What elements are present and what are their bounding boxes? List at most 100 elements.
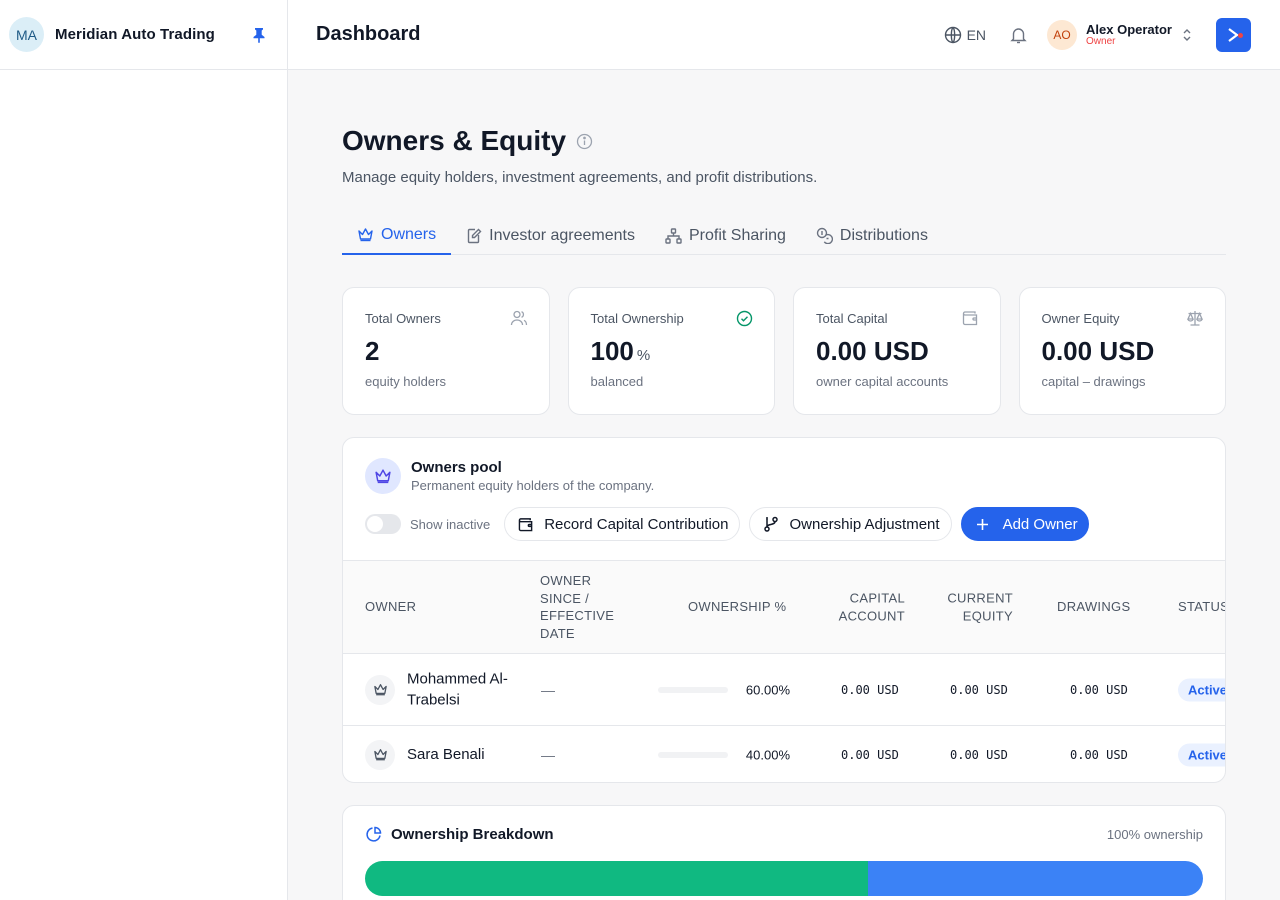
stat-caption: balanced bbox=[590, 374, 644, 390]
stat-owner-equity: Owner Equity 0.00 USD capital – drawings bbox=[1018, 287, 1226, 415]
scale-icon bbox=[1186, 310, 1204, 326]
column-ownership[interactable]: OWNERSHIP % bbox=[688, 598, 786, 616]
chevron-up-down-icon bbox=[1182, 28, 1192, 42]
stat-total-capital: Total Capital 0.00 USD owner capital acc… bbox=[793, 287, 1001, 415]
git-branch-icon bbox=[763, 516, 779, 532]
crown-icon bbox=[357, 227, 374, 242]
pool-description: Permanent equity holders of the company. bbox=[411, 478, 655, 493]
ownership-bar bbox=[658, 686, 728, 693]
owners-table: OWNER OWNER SINCE / EFFECTIVE DATE OWNER… bbox=[343, 560, 1225, 782]
breakdown-segment-0[interactable] bbox=[365, 861, 868, 896]
stat-number: 2 bbox=[365, 336, 380, 366]
ownership-breakdown-card: Ownership Breakdown 100% ownership bbox=[342, 805, 1226, 900]
stat-value: 2 bbox=[365, 336, 527, 366]
owner-name: Sara Benali bbox=[407, 745, 485, 763]
stat-label: Total Owners bbox=[365, 311, 441, 326]
toggle-knob bbox=[367, 516, 383, 532]
column-drawings[interactable]: DRAWINGS bbox=[1057, 598, 1130, 616]
stats-row: Total Owners 2 equity holders Total Owne… bbox=[342, 287, 1226, 415]
info-icon[interactable] bbox=[576, 133, 593, 150]
user-role: Owner bbox=[1086, 35, 1116, 47]
bell-icon[interactable] bbox=[1010, 26, 1027, 44]
topbar: Dashboard EN AO Alex Operator Owner bbox=[288, 0, 1280, 70]
current-equity: 0.00 USD bbox=[950, 747, 1008, 762]
tab-label: Distributions bbox=[839, 226, 928, 244]
drawings: 0.00 USD bbox=[1070, 747, 1128, 762]
column-owner-since[interactable]: OWNER SINCE / EFFECTIVE DATE bbox=[540, 572, 632, 642]
owner-since: — bbox=[541, 681, 555, 698]
crown-icon bbox=[365, 739, 395, 770]
show-inactive-toggle[interactable] bbox=[365, 514, 401, 534]
stat-total-ownership: Total Ownership 100% balanced bbox=[567, 287, 775, 415]
network-icon bbox=[665, 227, 682, 244]
breakdown-summary: 100% ownership bbox=[1106, 827, 1203, 842]
org-switcher[interactable]: MA Meridian Auto Trading bbox=[0, 0, 287, 70]
wallet-icon bbox=[962, 310, 979, 326]
tab-profit-sharing[interactable]: Profit Sharing bbox=[650, 216, 801, 255]
button-label: Ownership Adjustment bbox=[789, 515, 940, 533]
status-badge: Active bbox=[1178, 743, 1225, 766]
crown-icon bbox=[365, 674, 395, 705]
stat-caption: equity holders bbox=[365, 374, 446, 390]
ownership-breakdown-bar bbox=[365, 861, 1203, 896]
table-row[interactable]: Mohammed Al-Trabelsi — 60.00% 0.00 USD 0… bbox=[343, 654, 1225, 726]
plus-icon bbox=[976, 518, 989, 531]
column-current-equity[interactable]: CURRENT EQUITY bbox=[937, 589, 1013, 624]
tab-owners[interactable]: Owners bbox=[342, 216, 452, 255]
button-label: Record Capital Contribution bbox=[544, 515, 729, 533]
assistant-button[interactable] bbox=[1216, 17, 1251, 52]
page-subtitle: Manage equity holders, investment agreem… bbox=[342, 169, 818, 186]
user-menu[interactable]: AO Alex Operator Owner bbox=[1047, 19, 1192, 50]
table-header: OWNER OWNER SINCE / EFFECTIVE DATE OWNER… bbox=[343, 560, 1225, 654]
table-row[interactable]: Sara Benali — 40.00% 0.00 USD 0.00 USD 0… bbox=[343, 726, 1225, 782]
stat-value: 0.00 USD bbox=[816, 337, 978, 365]
drawings: 0.00 USD bbox=[1070, 682, 1128, 697]
tab-label: Owners bbox=[381, 225, 437, 243]
wallet-icon bbox=[518, 517, 534, 532]
ownership-bar bbox=[658, 751, 728, 758]
column-status[interactable]: STATUS bbox=[1178, 598, 1225, 616]
stat-value: 0.00 USD bbox=[1041, 336, 1204, 366]
stat-number: 0.00 USD bbox=[1041, 336, 1155, 366]
tab-investor-agreements[interactable]: Investor agreements bbox=[451, 216, 650, 255]
tab-label: Profit Sharing bbox=[688, 226, 786, 244]
pool-title: Owners pool bbox=[411, 459, 502, 476]
pie-chart-icon bbox=[365, 826, 382, 843]
breakdown-segment-1[interactable] bbox=[867, 861, 1203, 896]
owner-name: Mohammed Al-Trabelsi bbox=[407, 669, 508, 709]
stat-caption: capital – drawings bbox=[1041, 374, 1146, 390]
crown-icon bbox=[365, 458, 401, 494]
page-heading: Dashboard bbox=[316, 23, 421, 45]
breakdown-title: Ownership Breakdown bbox=[391, 826, 554, 843]
capital-account: 0.00 USD bbox=[841, 682, 899, 697]
stat-number: 100 bbox=[590, 336, 634, 366]
current-equity: 0.00 USD bbox=[950, 682, 1008, 697]
button-label: Add Owner bbox=[1002, 515, 1078, 533]
add-owner-button[interactable]: Add Owner bbox=[960, 507, 1089, 541]
column-owner[interactable]: OWNER bbox=[365, 598, 416, 616]
capital-account: 0.00 USD bbox=[841, 747, 899, 762]
record-capital-button[interactable]: Record Capital Contribution bbox=[504, 507, 741, 541]
owners-pool-card: Owners pool Permanent equity holders of … bbox=[342, 437, 1226, 783]
stat-label: Total Ownership bbox=[590, 311, 684, 326]
ownership-percent: 40.00% bbox=[745, 747, 790, 762]
language-switcher[interactable]: EN bbox=[944, 26, 986, 44]
column-capital-account[interactable]: CAPITAL ACCOUNT bbox=[821, 589, 905, 624]
stat-label: Owner Equity bbox=[1041, 311, 1120, 326]
sidebar: MA Meridian Auto Trading bbox=[0, 0, 288, 900]
stat-value: 100% bbox=[590, 336, 753, 366]
tab-distributions[interactable]: Distributions bbox=[801, 216, 943, 255]
stat-total-owners: Total Owners 2 equity holders bbox=[342, 287, 550, 415]
globe-icon bbox=[944, 26, 962, 44]
stat-label: Total Capital bbox=[816, 311, 888, 326]
pin-icon[interactable] bbox=[252, 27, 266, 43]
ownership-adjustment-button[interactable]: Ownership Adjustment bbox=[749, 507, 952, 541]
status-badge: Active bbox=[1178, 678, 1225, 701]
check-circle-icon bbox=[736, 310, 753, 327]
language-label: EN bbox=[966, 26, 987, 43]
avatar: AO bbox=[1047, 19, 1078, 50]
org-name: Meridian Auto Trading bbox=[55, 26, 215, 43]
tab-bar: Owners Investor agreements Profit Sharin… bbox=[342, 216, 1226, 255]
page-title: Owners & Equity bbox=[342, 125, 567, 156]
tab-label: Investor agreements bbox=[489, 226, 635, 244]
